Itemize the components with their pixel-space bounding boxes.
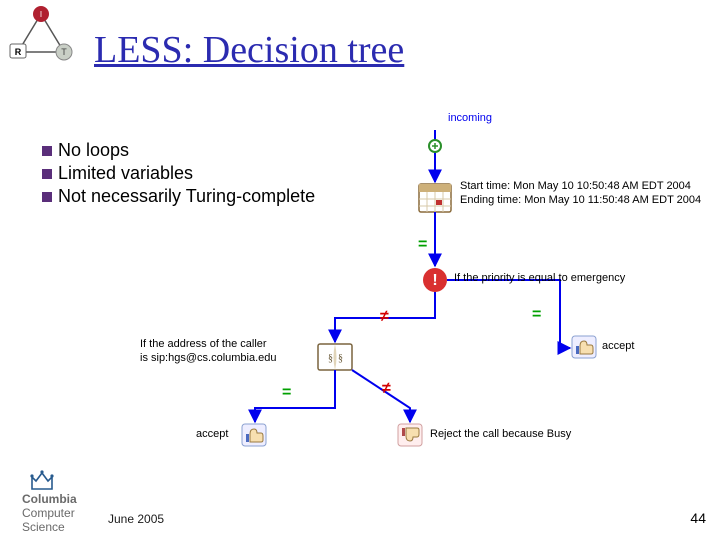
slide-title: LESS: Decision tree [94,28,404,72]
footer-date: June 2005 [108,512,164,526]
address-label-2: is sip:hgs@cs.columbia.edu [140,352,277,364]
start-time-label: Start time: Mon May 10 10:50:48 AM EDT 2… [460,180,691,192]
decision-flowchart: ! § § [130,108,690,468]
accept-right-label: accept [602,340,634,352]
corner-logo: I R T [6,4,76,64]
end-time-label: Ending time: Mon May 10 11:50:48 AM EDT … [460,194,701,206]
footer-inst-1: Columbia [22,492,77,506]
incoming-label: incoming [448,112,492,124]
reject-label: Reject the call because Busy [430,428,571,440]
edge-ne-2: ≠ [382,380,391,398]
node-r: R [15,47,22,57]
svg-text:§: § [338,353,343,364]
accept-bottom-label: accept [196,428,228,440]
svg-text:!: ! [432,272,437,289]
footer-inst-3: Science [22,520,77,534]
edge-ne-1: ≠ [380,308,389,326]
edge-eq-1: = [418,236,427,254]
node-i: I [40,10,42,19]
bullet-text: No loops [58,140,129,161]
priority-label: If the priority is equal to emergency [454,272,625,284]
footer-inst-2: Computer [22,506,77,520]
edge-eq-3: = [282,384,291,402]
svg-text:§: § [328,353,333,364]
address-label-1: If the address of the caller [140,338,267,350]
page-number: 44 [690,510,706,526]
node-t: T [61,47,67,57]
edge-eq-2: = [532,306,541,324]
footer-institution: Columbia Computer Science [22,492,77,534]
